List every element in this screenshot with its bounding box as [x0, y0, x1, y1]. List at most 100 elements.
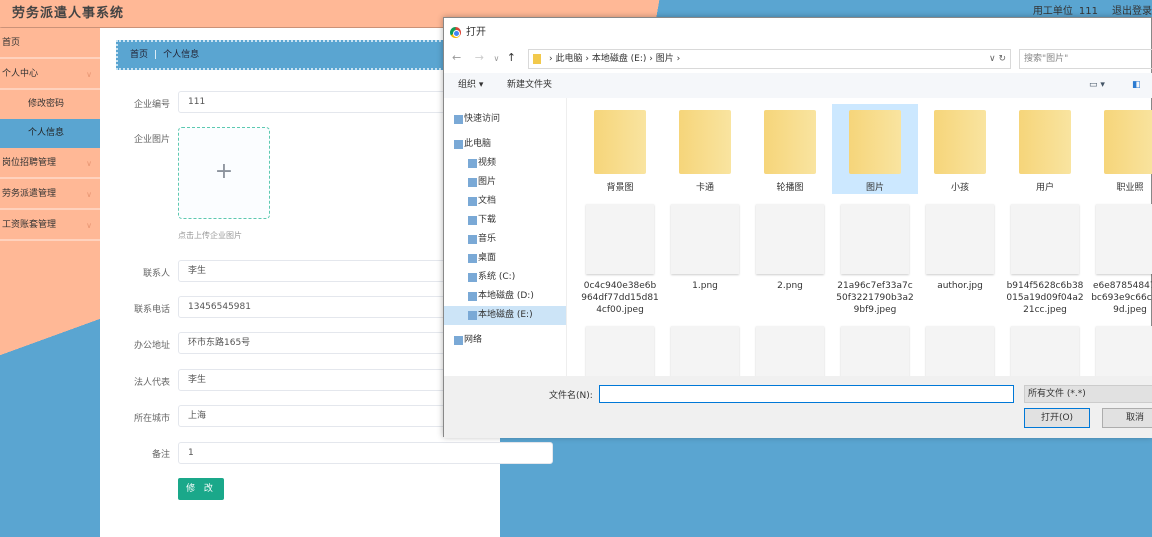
preview-pane-icon[interactable]: ◧ [1132, 73, 1141, 98]
path-segment[interactable]: 此电脑 [555, 54, 582, 64]
location-icon [468, 159, 477, 168]
nav-item-label: 网络 [464, 335, 483, 345]
nav-item-label: 桌面 [478, 253, 497, 263]
sidebar-item-label: 首页 [2, 38, 21, 48]
location-icon [468, 311, 477, 320]
plus-icon: + [214, 159, 234, 184]
organize-button[interactable]: 组织 ▾ [458, 73, 483, 98]
open-button[interactable]: 打开(O) [1024, 408, 1090, 428]
sidebar-item[interactable]: 修改密码 [0, 90, 100, 119]
filename-input[interactable] [599, 385, 1014, 403]
image-thumbnail [1096, 204, 1152, 274]
new-folder-button[interactable]: 新建文件夹 [507, 73, 552, 98]
file-item[interactable]: b914f5628c6b38015a19d09f04a221cc.jpeg [1002, 204, 1088, 316]
file-name: author.jpg [937, 281, 983, 291]
image-thumbnail [841, 326, 909, 376]
file-item[interactable] [662, 326, 748, 376]
nav-item[interactable]: 本地磁盘 (D:) [444, 287, 566, 306]
submit-button[interactable]: 修 改 [178, 478, 224, 500]
path-segment[interactable]: 本地磁盘 (E:) [592, 54, 647, 64]
sidebar-item-label: 个人中心 [2, 69, 39, 79]
file-item[interactable]: 0c4c940e38e6b964df77dd15d814cf00.jpeg [577, 204, 663, 316]
file-item[interactable] [577, 326, 663, 376]
nav-item[interactable]: 文档 [444, 192, 566, 211]
forward-icon[interactable]: → [475, 51, 484, 64]
folder-icon [934, 110, 986, 174]
nav-item[interactable]: 此电脑 [444, 135, 566, 154]
file-item[interactable]: 1.png [662, 204, 748, 292]
file-item[interactable] [1002, 326, 1088, 376]
up-icon[interactable]: ↑ [507, 51, 516, 64]
nav-item[interactable]: 音乐 [444, 230, 566, 249]
folder-item[interactable]: 背景图 [577, 104, 663, 194]
cancel-button[interactable]: 取消 [1102, 408, 1152, 428]
nav-item-label: 文档 [478, 196, 497, 206]
folder-name: 图片 [865, 183, 884, 193]
breadcrumb: 首页 | 个人信息 [116, 40, 456, 70]
sidebar-item[interactable]: 劳务派遣管理 ∨ [0, 179, 100, 210]
file-item[interactable]: author.jpg [917, 204, 1003, 292]
folder-item[interactable]: 用户 [1002, 104, 1088, 194]
nav-item-label: 系统 (C:) [478, 272, 516, 282]
sidebar-item-label: 工资账套管理 [2, 220, 57, 230]
file-item[interactable] [917, 326, 1003, 376]
nav-item[interactable]: 网络 [444, 331, 566, 350]
refresh-icon[interactable]: ∨ ↻ [989, 50, 1006, 68]
sidebar-item-label: 劳务派遣管理 [2, 189, 57, 199]
location-icon [468, 178, 477, 187]
phone-label: 联系电话 [133, 305, 170, 315]
file-item[interactable] [1087, 326, 1152, 376]
image-thumbnail [926, 204, 994, 274]
sidebar-item-label: 个人信息 [28, 128, 65, 138]
nav-item[interactable]: 快速访问 [444, 110, 566, 129]
nav-item-label: 本地磁盘 (E:) [478, 310, 533, 320]
file-item[interactable] [747, 326, 833, 376]
nav-item-label: 下载 [478, 215, 497, 225]
search-input[interactable]: 搜索"图片" [1019, 49, 1152, 69]
file-item[interactable]: 21a96c7ef33a7c50f3221790b3a29bf9.jpeg [832, 204, 918, 316]
back-icon[interactable]: ← [452, 51, 461, 64]
folder-item[interactable]: 轮播图 [747, 104, 833, 194]
location-icon [454, 115, 463, 124]
chrome-icon [450, 27, 461, 38]
nav-item[interactable]: 视频 [444, 154, 566, 173]
nav-item[interactable]: 图片 [444, 173, 566, 192]
location-icon [468, 292, 477, 301]
image-thumbnail [671, 204, 739, 274]
view-icon[interactable]: ▭ ▾ [1089, 73, 1105, 98]
nav-item-label: 视频 [478, 158, 497, 168]
address-label: 办公地址 [133, 341, 170, 351]
navigation-pane: 快速访问此电脑视频图片文档下载音乐桌面系统 (C:) 本地磁盘 (D:) 本地磁盘 … [444, 98, 567, 376]
logout-link[interactable]: 退出登录 [1112, 6, 1152, 17]
image-upload[interactable]: + [178, 127, 270, 219]
folder-item[interactable]: 小孩 [917, 104, 1003, 194]
filetype-select[interactable]: 所有文件 (*.*) [1024, 385, 1152, 403]
path-segment[interactable]: 图片 [656, 54, 674, 64]
folder-icon [594, 110, 646, 174]
sidebar-item[interactable]: 个人中心 ∨ [0, 59, 100, 90]
image-thumbnail [756, 326, 824, 376]
nav-item[interactable]: 本地磁盘 (E:) [444, 306, 566, 325]
breadcrumb-current: 个人信息 [163, 50, 200, 60]
breadcrumb-home[interactable]: 首页 [130, 50, 148, 60]
recent-icon[interactable]: ∨ [493, 54, 499, 63]
remark-label: 备注 [151, 450, 170, 460]
folder-item[interactable]: 职业照 [1087, 104, 1152, 194]
sidebar-item[interactable]: 岗位招聘管理 ∨ [0, 148, 100, 179]
file-item[interactable]: e6e8785484785bc693e9c66c6b79d.jpeg [1087, 204, 1152, 316]
folder-item[interactable]: 卡通 [662, 104, 748, 194]
folder-item[interactable]: 图片 [832, 104, 918, 194]
folder-icon [764, 110, 816, 174]
file-item[interactable]: 2.png [747, 204, 833, 292]
nav-item[interactable]: 下载 [444, 211, 566, 230]
location-icon [468, 235, 477, 244]
file-item[interactable] [832, 326, 918, 376]
address-bar[interactable]: › 此电脑 › 本地磁盘 (E:) › 图片 › ∨ ↻ [528, 49, 1011, 69]
nav-item[interactable]: 系统 (C:) [444, 268, 566, 287]
remark-input[interactable]: 1 [178, 442, 553, 464]
sidebar-item[interactable]: 个人信息 [0, 119, 100, 148]
sidebar-item[interactable]: 工资账套管理 ∨ [0, 210, 100, 241]
nav-item[interactable]: 桌面 [444, 249, 566, 268]
file-open-dialog: 打开 ← → ∨ ↑ › 此电脑 › 本地磁盘 (E:) › 图片 › ∨ ↻ 搜… [443, 17, 1152, 438]
sidebar-item[interactable]: 首页 [0, 28, 100, 59]
